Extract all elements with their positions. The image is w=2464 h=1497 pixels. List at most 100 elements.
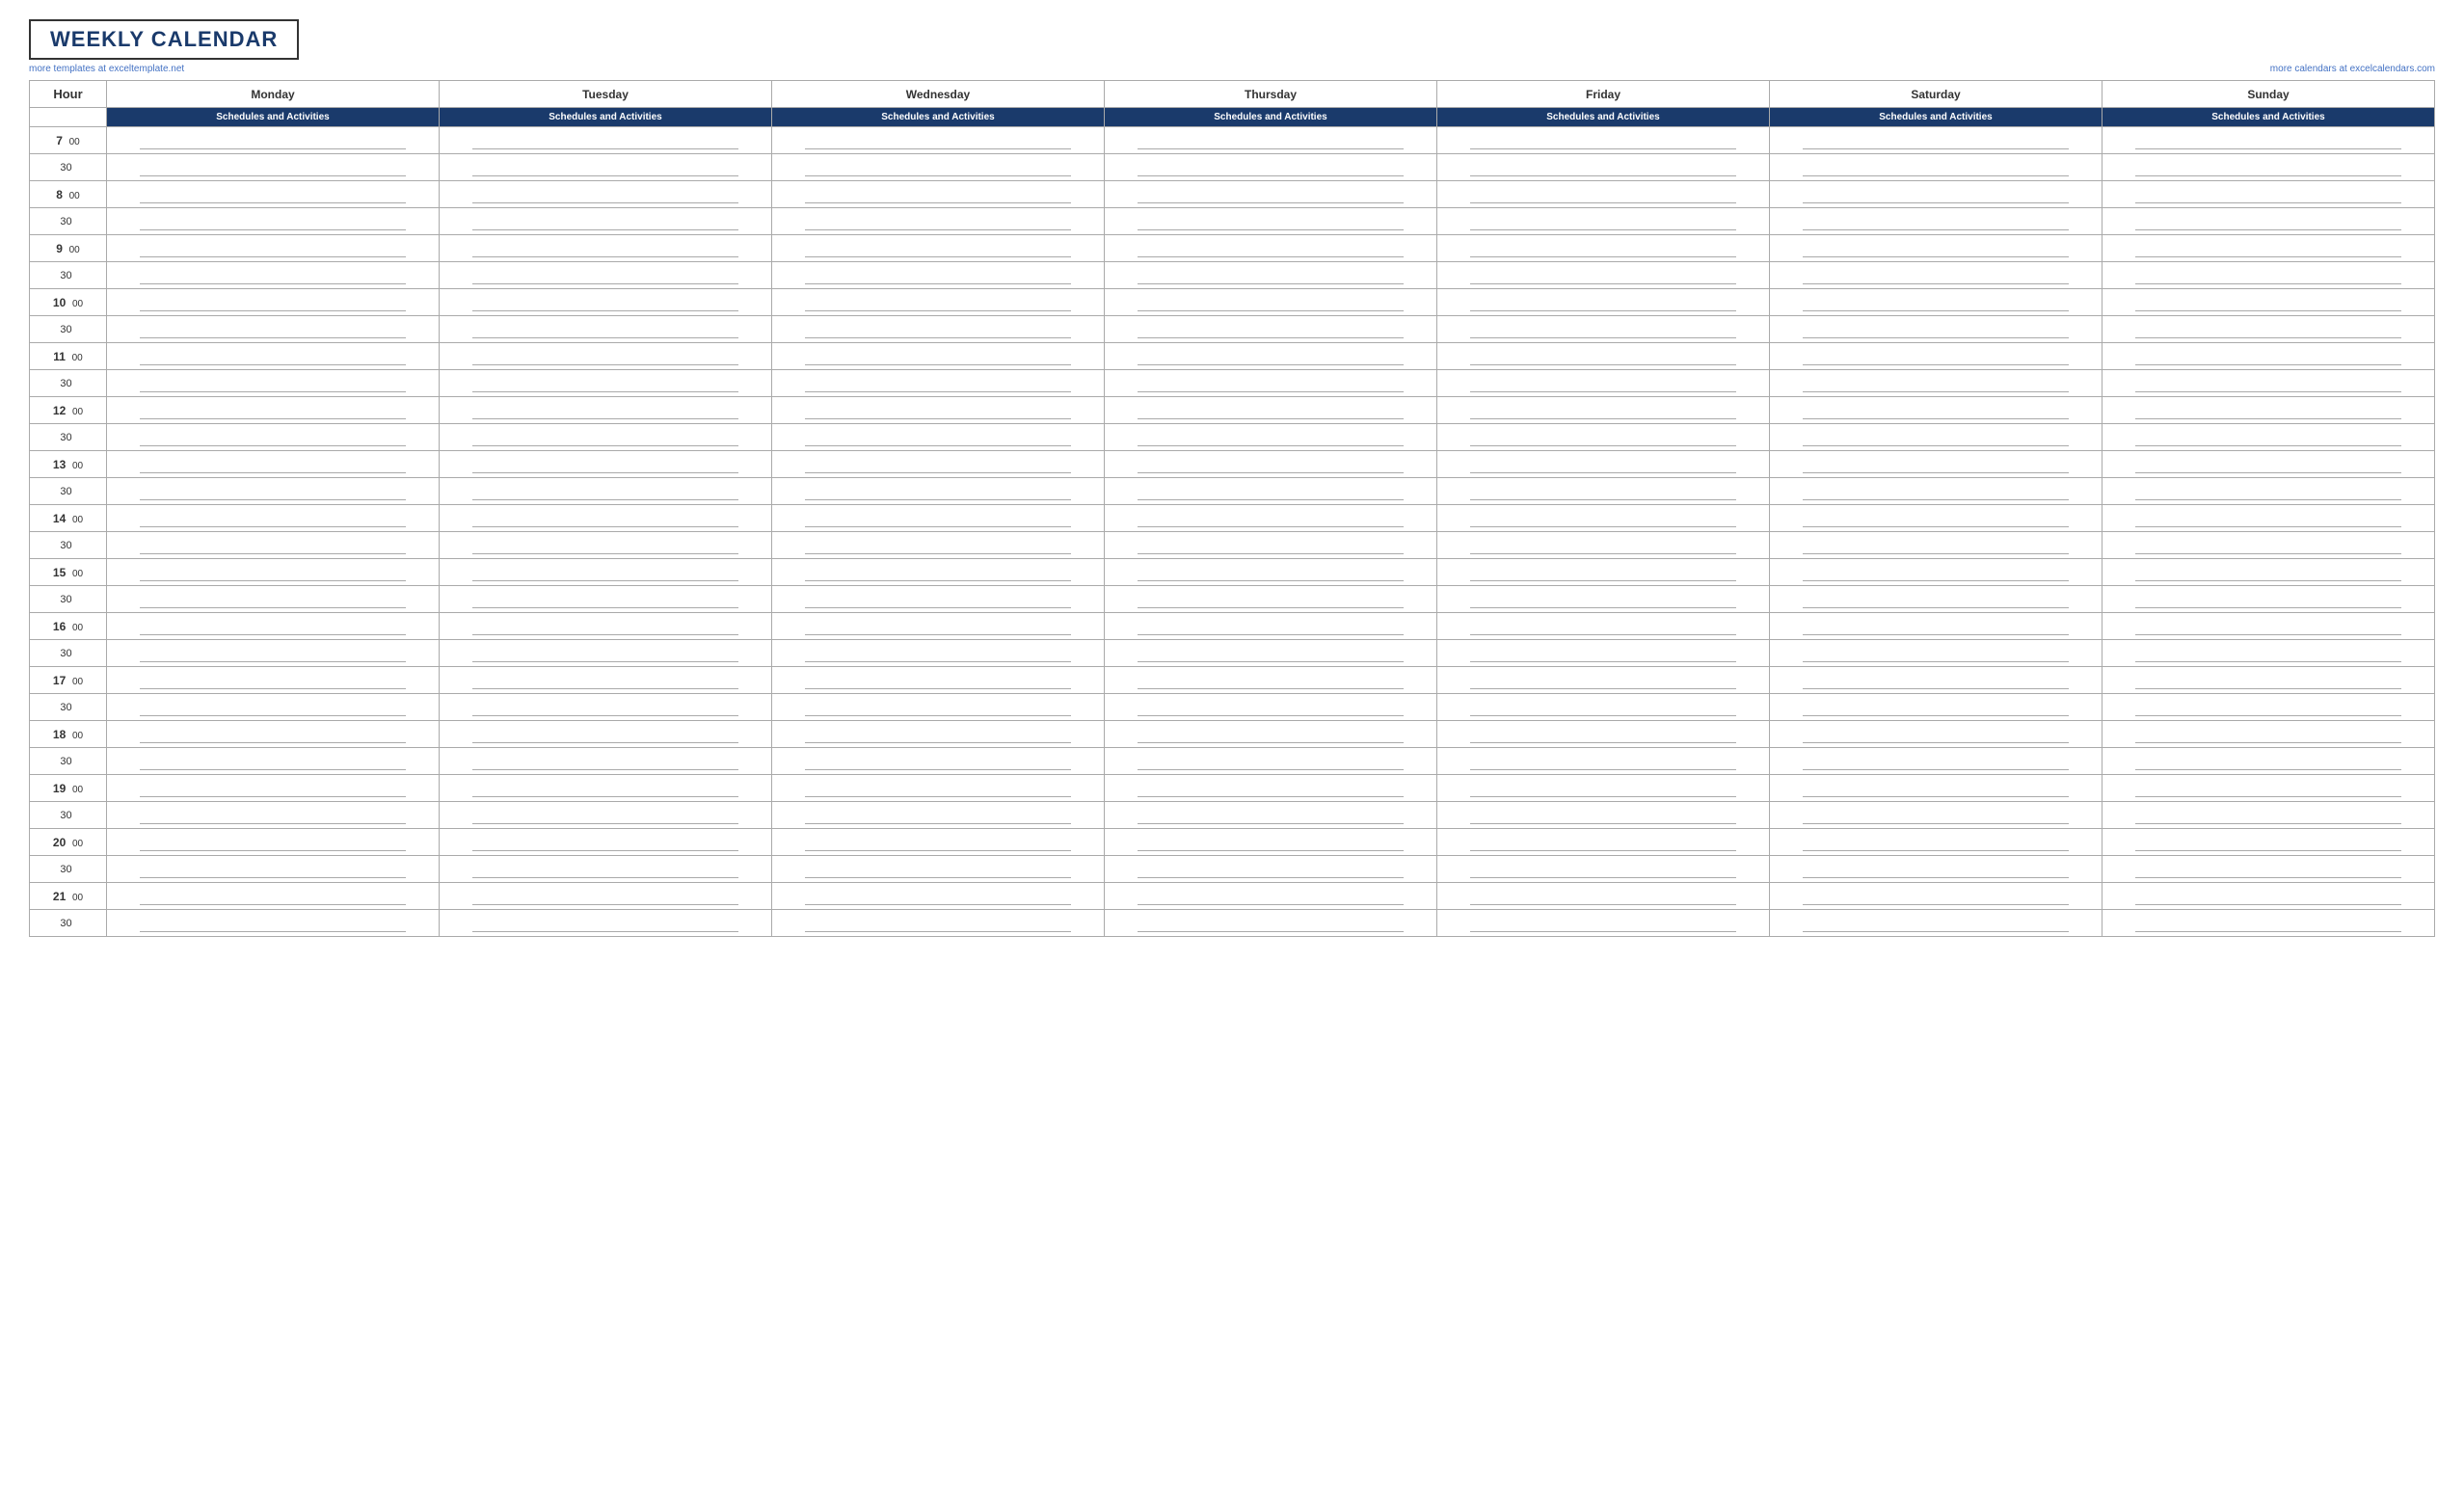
schedule-cell[interactable]	[1437, 802, 1770, 829]
schedule-cell[interactable]	[1105, 208, 1437, 235]
schedule-cell[interactable]	[1105, 532, 1437, 559]
schedule-cell[interactable]	[1770, 505, 2102, 532]
schedule-cell[interactable]	[1105, 829, 1437, 856]
schedule-cell[interactable]	[772, 586, 1105, 613]
schedule-cell[interactable]	[440, 154, 772, 181]
schedule-cell[interactable]	[2102, 181, 2435, 208]
schedule-cell[interactable]	[1770, 127, 2102, 154]
schedule-cell[interactable]	[107, 586, 440, 613]
schedule-cell[interactable]	[1437, 316, 1770, 343]
schedule-cell[interactable]	[1105, 289, 1437, 316]
schedule-cell[interactable]	[772, 829, 1105, 856]
schedule-cell[interactable]	[1105, 262, 1437, 289]
schedule-cell[interactable]	[1105, 154, 1437, 181]
schedule-cell[interactable]	[440, 667, 772, 694]
link-left[interactable]: more templates at exceltemplate.net	[29, 64, 184, 74]
schedule-cell[interactable]	[440, 721, 772, 748]
schedule-cell[interactable]	[1437, 883, 1770, 910]
schedule-cell[interactable]	[107, 451, 440, 478]
schedule-cell[interactable]	[1437, 127, 1770, 154]
schedule-cell[interactable]	[1105, 694, 1437, 721]
schedule-cell[interactable]	[1770, 559, 2102, 586]
schedule-cell[interactable]	[1105, 802, 1437, 829]
schedule-cell[interactable]	[1437, 775, 1770, 802]
schedule-cell[interactable]	[440, 559, 772, 586]
schedule-cell[interactable]	[1105, 235, 1437, 262]
schedule-cell[interactable]	[1770, 397, 2102, 424]
schedule-cell[interactable]	[1770, 748, 2102, 775]
schedule-cell[interactable]	[1437, 208, 1770, 235]
schedule-cell[interactable]	[1770, 775, 2102, 802]
schedule-cell[interactable]	[1437, 586, 1770, 613]
schedule-cell[interactable]	[107, 316, 440, 343]
schedule-cell[interactable]	[2102, 451, 2435, 478]
schedule-cell[interactable]	[107, 532, 440, 559]
schedule-cell[interactable]	[440, 883, 772, 910]
schedule-cell[interactable]	[2102, 262, 2435, 289]
schedule-cell[interactable]	[1770, 478, 2102, 505]
schedule-cell[interactable]	[1770, 613, 2102, 640]
schedule-cell[interactable]	[107, 343, 440, 370]
schedule-cell[interactable]	[772, 667, 1105, 694]
schedule-cell[interactable]	[440, 397, 772, 424]
schedule-cell[interactable]	[2102, 829, 2435, 856]
schedule-cell[interactable]	[107, 775, 440, 802]
schedule-cell[interactable]	[1105, 775, 1437, 802]
schedule-cell[interactable]	[772, 613, 1105, 640]
schedule-cell[interactable]	[107, 289, 440, 316]
schedule-cell[interactable]	[772, 262, 1105, 289]
schedule-cell[interactable]	[107, 397, 440, 424]
schedule-cell[interactable]	[107, 262, 440, 289]
schedule-cell[interactable]	[1437, 424, 1770, 451]
schedule-cell[interactable]	[1437, 181, 1770, 208]
schedule-cell[interactable]	[107, 667, 440, 694]
schedule-cell[interactable]	[1105, 343, 1437, 370]
schedule-cell[interactable]	[1770, 883, 2102, 910]
schedule-cell[interactable]	[772, 748, 1105, 775]
schedule-cell[interactable]	[440, 775, 772, 802]
schedule-cell[interactable]	[440, 478, 772, 505]
schedule-cell[interactable]	[1770, 451, 2102, 478]
schedule-cell[interactable]	[107, 883, 440, 910]
schedule-cell[interactable]	[107, 640, 440, 667]
schedule-cell[interactable]	[1437, 262, 1770, 289]
schedule-cell[interactable]	[2102, 397, 2435, 424]
schedule-cell[interactable]	[1437, 154, 1770, 181]
schedule-cell[interactable]	[2102, 289, 2435, 316]
schedule-cell[interactable]	[1770, 640, 2102, 667]
schedule-cell[interactable]	[440, 586, 772, 613]
schedule-cell[interactable]	[2102, 883, 2435, 910]
schedule-cell[interactable]	[1437, 451, 1770, 478]
schedule-cell[interactable]	[1105, 559, 1437, 586]
schedule-cell[interactable]	[1437, 856, 1770, 883]
schedule-cell[interactable]	[1770, 829, 2102, 856]
schedule-cell[interactable]	[1770, 235, 2102, 262]
schedule-cell[interactable]	[1105, 505, 1437, 532]
schedule-cell[interactable]	[772, 208, 1105, 235]
schedule-cell[interactable]	[107, 829, 440, 856]
schedule-cell[interactable]	[1105, 127, 1437, 154]
schedule-cell[interactable]	[440, 856, 772, 883]
schedule-cell[interactable]	[2102, 586, 2435, 613]
schedule-cell[interactable]	[440, 370, 772, 397]
schedule-cell[interactable]	[1105, 316, 1437, 343]
schedule-cell[interactable]	[2102, 856, 2435, 883]
schedule-cell[interactable]	[107, 154, 440, 181]
schedule-cell[interactable]	[1770, 532, 2102, 559]
schedule-cell[interactable]	[1105, 640, 1437, 667]
schedule-cell[interactable]	[440, 343, 772, 370]
schedule-cell[interactable]	[1770, 694, 2102, 721]
schedule-cell[interactable]	[1105, 424, 1437, 451]
schedule-cell[interactable]	[107, 910, 440, 937]
schedule-cell[interactable]	[2102, 424, 2435, 451]
schedule-cell[interactable]	[107, 694, 440, 721]
schedule-cell[interactable]	[440, 694, 772, 721]
schedule-cell[interactable]	[107, 370, 440, 397]
schedule-cell[interactable]	[440, 316, 772, 343]
schedule-cell[interactable]	[1437, 370, 1770, 397]
schedule-cell[interactable]	[1105, 883, 1437, 910]
schedule-cell[interactable]	[2102, 316, 2435, 343]
schedule-cell[interactable]	[772, 127, 1105, 154]
schedule-cell[interactable]	[1437, 829, 1770, 856]
schedule-cell[interactable]	[1770, 424, 2102, 451]
